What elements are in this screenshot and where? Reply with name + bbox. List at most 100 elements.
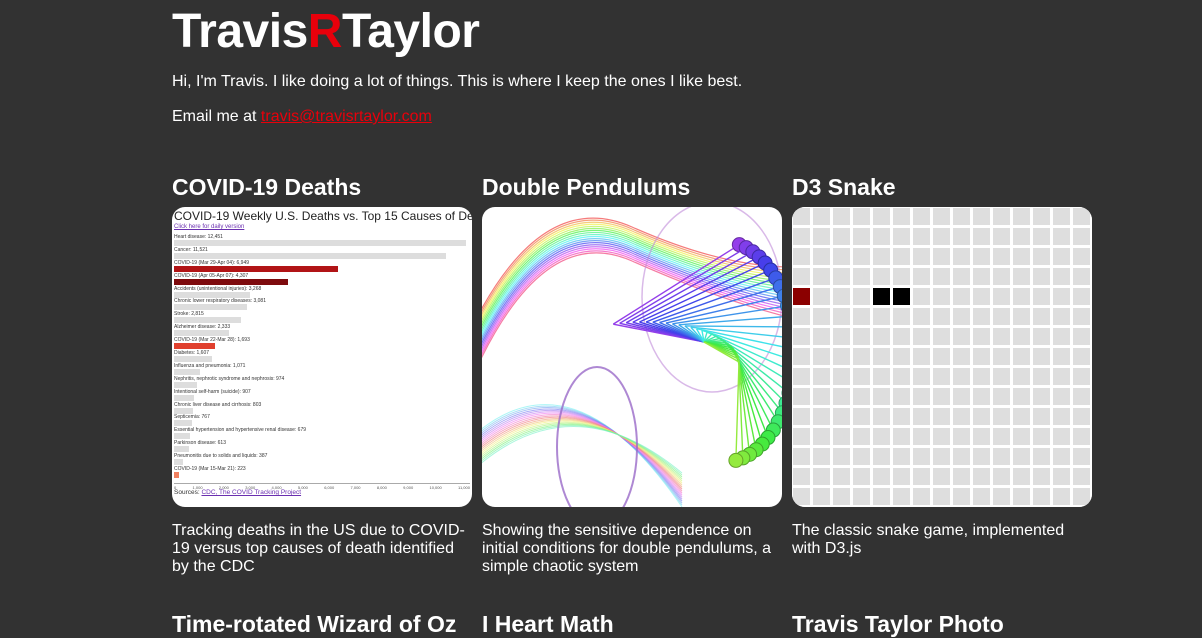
snake-cell: [993, 288, 1010, 305]
snake-cell: [853, 408, 870, 425]
snake-cell: [1013, 408, 1030, 425]
snake-cell: [1073, 328, 1090, 345]
thumb-sources-prefix: Sources:: [174, 489, 200, 496]
snake-cell: [953, 428, 970, 445]
snake-cell: [913, 328, 930, 345]
snake-cell: [873, 268, 890, 285]
project-card-snake[interactable]: D3 Snake The classic snake game, impleme…: [792, 174, 1092, 201]
snake-cell: [973, 468, 990, 485]
snake-cell: [953, 228, 970, 245]
snake-cell: [873, 428, 890, 445]
card-title[interactable]: Double Pendulums: [482, 174, 782, 201]
site-title-initial: R: [308, 5, 342, 58]
snake-cell: [793, 208, 810, 225]
thumb-bar-label: COVID-19 (Mar 15-Mar 21): 223: [174, 466, 470, 472]
snake-cell: [893, 428, 910, 445]
project-card-wizard-of-oz[interactable]: Time-rotated Wizard of Oz: [172, 611, 472, 638]
snake-cell: [1053, 248, 1070, 265]
snake-cell: [1013, 468, 1030, 485]
snake-cell: [793, 448, 810, 465]
thumb-bar: [174, 369, 200, 375]
snake-cell: [893, 488, 910, 505]
snake-cell: [853, 448, 870, 465]
thumb-bar: [174, 356, 212, 362]
snake-cell: [833, 228, 850, 245]
thumb-bar-row: Chronic liver disease and cirrhosis: 803: [174, 402, 470, 415]
card-title[interactable]: Time-rotated Wizard of Oz: [172, 611, 472, 638]
snake-cell: [1053, 408, 1070, 425]
card-title[interactable]: I Heart Math: [482, 611, 782, 638]
snake-cell: [913, 388, 930, 405]
snake-cell: [993, 408, 1010, 425]
thumb-bar-row: Pneumonitis due to solids and liquids: 3…: [174, 453, 470, 466]
thumb-bar-label: Parkinson disease: 613: [174, 440, 470, 446]
thumb-bar-row: Cancer: 11,521: [174, 247, 470, 260]
snake-cell: [873, 368, 890, 385]
snake-cell: [873, 228, 890, 245]
snake-cell: [873, 388, 890, 405]
snake-cell: [873, 208, 890, 225]
site-title-first: Travis: [172, 5, 308, 58]
snake-cell: [833, 428, 850, 445]
snake-cell: [1033, 308, 1050, 325]
snake-cell: [1073, 468, 1090, 485]
snake-cell: [873, 328, 890, 345]
snake-cell: [973, 348, 990, 365]
snake-cell: [933, 208, 950, 225]
snake-cell: [1013, 248, 1030, 265]
email-link[interactable]: travis@travisrtaylor.com: [261, 108, 432, 125]
project-card-i-heart-math[interactable]: I Heart Math: [482, 611, 782, 638]
email-line: Email me at travis@travisrtaylor.com: [172, 108, 432, 126]
snake-cell: [853, 388, 870, 405]
snake-cell: [913, 248, 930, 265]
snake-cell: [973, 228, 990, 245]
snake-cell: [793, 388, 810, 405]
thumb-x-tick: 9,000: [403, 485, 413, 490]
snake-cell: [853, 308, 870, 325]
thumb-bar: [174, 459, 183, 465]
snake-cell: [973, 448, 990, 465]
snake-cell: [793, 468, 810, 485]
snake-cell: [813, 368, 830, 385]
snake-cell: [813, 208, 830, 225]
snake-cell: [933, 448, 950, 465]
snake-cell: [973, 368, 990, 385]
card-thumbnail-covid-chart[interactable]: COVID-19 Weekly U.S. Deaths vs. Top 15 C…: [172, 207, 472, 507]
thumb-bar: [174, 382, 197, 388]
card-title[interactable]: COVID-19 Deaths: [172, 174, 472, 201]
snake-cell: [973, 328, 990, 345]
snake-cell: [1013, 388, 1030, 405]
snake-cell: [1033, 208, 1050, 225]
project-card-pendulums[interactable]: Double Pendulums Showing the sensitive d…: [482, 174, 782, 201]
card-thumbnail-snake-grid[interactable]: [792, 207, 1092, 507]
project-card-photo[interactable]: Travis Taylor Photo: [792, 611, 1092, 638]
snake-cell: [833, 448, 850, 465]
snake-cell: [893, 368, 910, 385]
thumb-bar: [174, 279, 288, 285]
site-title[interactable]: TravisRTaylor: [172, 4, 479, 59]
thumb-bar-row: COVID-19 (Mar 22-Mar 28): 1,693: [174, 337, 470, 350]
snake-cell: [853, 268, 870, 285]
snake-cell: [1053, 348, 1070, 365]
snake-cell: [833, 468, 850, 485]
thumb-bar-row: Influenza and pneumonia: 1,071: [174, 363, 470, 376]
snake-cell: [893, 208, 910, 225]
thumb-bar: [174, 446, 189, 452]
thumb-bar: [174, 330, 229, 336]
project-card-covid[interactable]: COVID-19 Deaths COVID-19 Weekly U.S. Dea…: [172, 174, 472, 201]
snake-cell: [933, 248, 950, 265]
snake-cell: [1073, 368, 1090, 385]
snake-cell: [813, 248, 830, 265]
snake-cell: [1053, 488, 1070, 505]
snake-cell: [913, 308, 930, 325]
snake-cell: [793, 228, 810, 245]
card-title[interactable]: D3 Snake: [792, 174, 1092, 201]
thumb-bar: [174, 343, 215, 349]
snake-cell: [893, 228, 910, 245]
snake-cell: [853, 468, 870, 485]
card-thumbnail-pendulum-art[interactable]: [482, 207, 782, 507]
snake-cell: [933, 468, 950, 485]
snake-cell: [853, 208, 870, 225]
snake-cell: [1013, 448, 1030, 465]
card-title[interactable]: Travis Taylor Photo: [792, 611, 1092, 638]
